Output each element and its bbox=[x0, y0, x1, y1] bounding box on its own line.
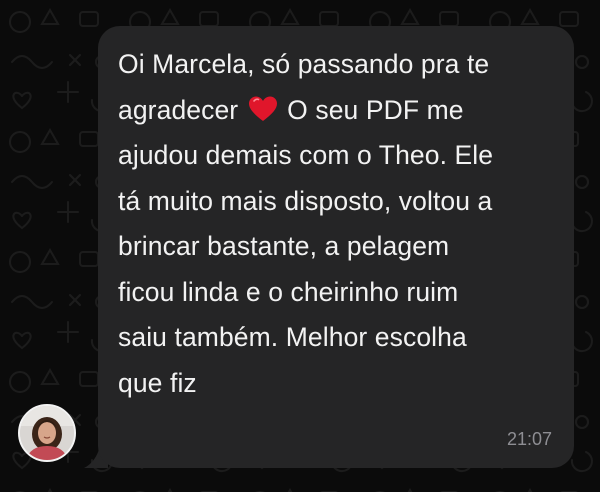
message-line: ajudou demais com o Theo. Ele bbox=[118, 140, 494, 170]
message-line: brincar bastante, a pelagem bbox=[118, 231, 450, 261]
message-line: agradecer bbox=[118, 94, 239, 125]
red-heart-icon bbox=[248, 92, 278, 121]
message-timestamp: 21:07 bbox=[506, 429, 552, 449]
message-line: que fiz bbox=[118, 367, 197, 398]
message-line: O seu PDF me bbox=[287, 94, 464, 125]
message-line: tá muito mais disposto, voltou a bbox=[118, 185, 493, 216]
incoming-message[interactable]: Oi Marcela, só passando pra te agradecer… bbox=[18, 26, 578, 468]
message-line: Oi Marcela, só passando pra te bbox=[118, 49, 490, 79]
message-line: ficou linda e o cheirinho ruim bbox=[118, 276, 459, 307]
message-text: Oi Marcela, só passando pra te agradecer… bbox=[118, 42, 548, 406]
message-line: saiu também. Melhor escolha bbox=[118, 322, 467, 352]
contact-avatar-icon[interactable] bbox=[18, 404, 76, 462]
message-bubble[interactable]: Oi Marcela, só passando pra te agradecer… bbox=[98, 26, 574, 468]
